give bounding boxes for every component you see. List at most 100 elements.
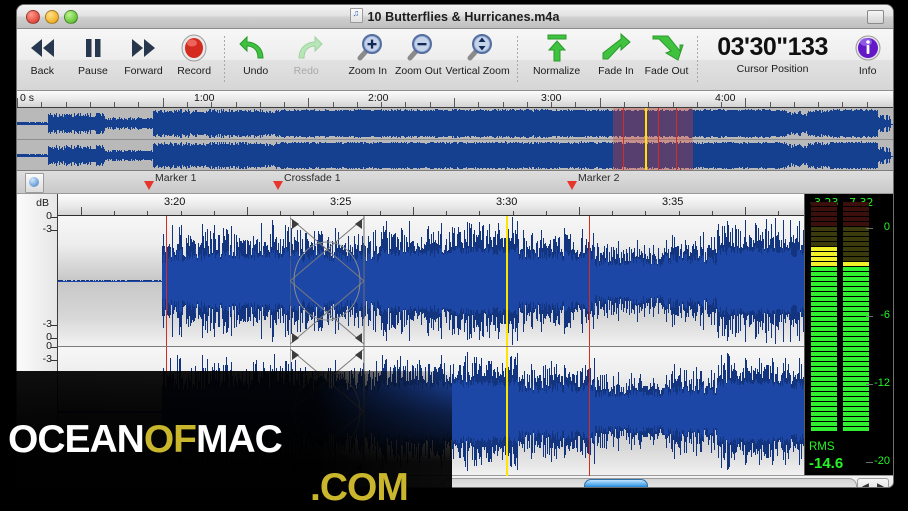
- crossfade-handle[interactable]: [292, 333, 299, 343]
- toolbar-divider-3: [517, 36, 518, 82]
- overview-ruler-tick: [114, 102, 115, 107]
- editor-ruler-tick: [546, 211, 547, 215]
- fast-forward-icon: [128, 32, 160, 64]
- overview-ruler-tick: [405, 102, 406, 107]
- editor-ruler-label: 3:35: [662, 196, 683, 208]
- overview-ruler-tick: [794, 102, 795, 107]
- redo-arrow-icon: [289, 32, 323, 64]
- undo-button[interactable]: Undo: [230, 32, 281, 84]
- record-label: Record: [177, 65, 211, 77]
- overview-ruler[interactable]: 0 s1:002:003:004:00: [17, 91, 893, 108]
- db-scale-label: 0: [46, 340, 52, 352]
- db-scale-tick: [51, 338, 57, 339]
- editor-ruler-tick: [579, 207, 580, 215]
- overview-ruler-tick: [90, 102, 91, 107]
- overview-ruler-tick: [66, 102, 67, 107]
- overview-ruler-label: 4:00: [715, 92, 735, 104]
- marker-line: [589, 216, 590, 346]
- crossfade-handle[interactable]: [355, 333, 362, 343]
- magnifier-plus-icon: [352, 32, 384, 64]
- editor-area: dB0-3-300-3-3 3:203:253:303:35 -3.23 -7.…: [17, 194, 893, 475]
- overview-marker2-line: [658, 108, 659, 170]
- playhead-line: [506, 347, 508, 476]
- waveform-column: 3:203:253:303:35: [58, 194, 804, 475]
- overview-waveform-column: [890, 152, 891, 159]
- db-scale-label: -3: [43, 448, 52, 460]
- marker-1-label: Marker 1: [155, 172, 196, 184]
- crossfade-region[interactable]: [290, 347, 365, 476]
- editor-ruler-tick: [446, 211, 447, 215]
- waveform-channel-right[interactable]: [58, 347, 804, 476]
- music-note-document-icon: [350, 8, 363, 23]
- normalize-button[interactable]: Normalize: [523, 32, 591, 84]
- overview-ruler-tick: [770, 102, 771, 107]
- overview-ruler-tick: [284, 102, 285, 107]
- editor-ruler-label: 3:25: [330, 196, 351, 208]
- forward-button[interactable]: Forward: [118, 32, 169, 84]
- db-scale-tick: [51, 347, 57, 348]
- editor-timeline-ruler[interactable]: 3:203:253:303:35: [58, 194, 804, 216]
- app-window: 10 Butterflies & Hurricanes.m4a Back Pau…: [16, 4, 894, 488]
- vertical-zoom-button[interactable]: Vertical Zoom: [444, 32, 512, 84]
- crossfade-handle[interactable]: [355, 219, 362, 229]
- undo-arrow-icon: [239, 32, 273, 64]
- editor-ruler-tick: [413, 207, 414, 215]
- toolbar-toggle-button[interactable]: [867, 10, 884, 24]
- overview-ruler-tick: [17, 98, 18, 107]
- overview-waveform[interactable]: [17, 108, 893, 171]
- db-scale-label: 0: [46, 210, 52, 222]
- record-button[interactable]: Record: [169, 32, 220, 84]
- waveform-channel-left[interactable]: [58, 216, 804, 346]
- pause-button[interactable]: Pause: [68, 32, 119, 84]
- forward-label: Forward: [124, 65, 163, 77]
- overview-ruler-tick: [308, 98, 309, 107]
- overview-ruler-tick: [260, 102, 261, 107]
- fade-out-button[interactable]: Fade Out: [641, 32, 692, 84]
- cursor-position-label: Cursor Position: [737, 63, 809, 75]
- editor-ruler-tick: [81, 207, 82, 215]
- overview-channel-right: [17, 139, 893, 171]
- fade-in-button[interactable]: Fade In: [591, 32, 642, 84]
- back-button[interactable]: Back: [17, 32, 68, 84]
- editor-ruler-tick: [712, 211, 713, 215]
- overview-ruler-label: 3:00: [541, 92, 561, 104]
- toolbar: Back Pause Forward: [17, 29, 893, 91]
- crossfade-1-triangle-icon: [273, 181, 283, 190]
- zoom-in-button[interactable]: Zoom In: [342, 32, 393, 84]
- redo-button: Redo: [281, 32, 332, 84]
- zoom-out-button[interactable]: Zoom Out: [393, 32, 444, 84]
- title-bar: 10 Butterflies & Hurricanes.m4a: [17, 5, 893, 29]
- overview-ruler-tick: [454, 98, 455, 107]
- crossfade-region[interactable]: [290, 216, 365, 346]
- marker-strip[interactable]: Marker 1 Crossfade 1 Marker 2: [17, 171, 893, 194]
- overview-ruler-tick: [333, 102, 334, 107]
- overview-marker3-line: [676, 108, 677, 170]
- db-scale-label: -3: [43, 223, 52, 235]
- crossfade-1-label: Crossfade 1: [284, 172, 341, 184]
- pause-label: Pause: [78, 65, 108, 77]
- crossfade-handle[interactable]: [355, 350, 362, 360]
- zoom-out-label: Zoom Out: [395, 65, 442, 77]
- editor-ruler-tick: [313, 211, 314, 215]
- editor-ruler-tick: [513, 211, 514, 215]
- crossfade-handle[interactable]: [292, 350, 299, 360]
- editor-ruler-tick: [479, 211, 480, 215]
- db-scale-tick: [51, 230, 57, 231]
- marker-line: [589, 347, 590, 476]
- overview-ruler-tick: [648, 102, 649, 107]
- vertical-zoom-label: Vertical Zoom: [446, 65, 510, 77]
- redo-label: Redo: [294, 65, 319, 77]
- overview-ruler-tick: [138, 102, 139, 107]
- overview-ruler-tick: [236, 102, 237, 107]
- db-scale-tick: [51, 360, 57, 361]
- magnifier-updown-icon: [462, 32, 494, 64]
- zoom-in-label: Zoom In: [348, 65, 387, 77]
- db-scale-tick: [51, 325, 57, 326]
- undo-label: Undo: [243, 65, 268, 77]
- db-header: dB: [36, 197, 49, 209]
- marker-tool-icon[interactable]: [25, 173, 44, 193]
- crossfade-handle[interactable]: [292, 219, 299, 229]
- editor-ruler-tick: [778, 211, 779, 215]
- overview-selection[interactable]: [613, 108, 693, 170]
- editor-ruler-tick: [147, 211, 148, 215]
